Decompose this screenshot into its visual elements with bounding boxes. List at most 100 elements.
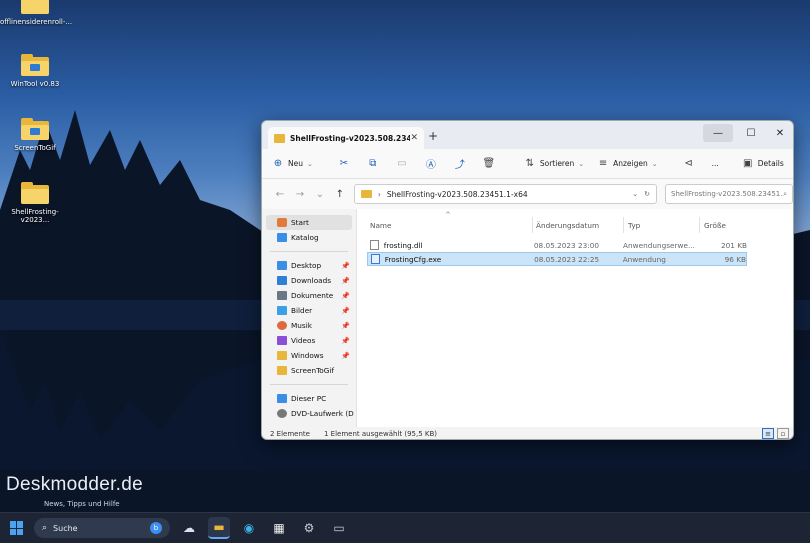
edge-icon[interactable]: ◉: [238, 517, 260, 539]
recent-locations-button[interactable]: ⌄: [310, 189, 330, 200]
paste-button[interactable]: ▭: [396, 158, 412, 170]
sidebar-item-dieser-pc[interactable]: Dieser PC: [262, 391, 356, 406]
title-bar: ShellFrosting-v2023.508.23451 ✕ + — ☐ ✕: [262, 121, 793, 149]
search-icon: ⌕: [42, 523, 48, 533]
pin-icon: 📌: [341, 276, 350, 285]
table-row[interactable]: frosting.dll 08.05.2023 23:00 Anwendungs…: [367, 238, 747, 252]
start-button[interactable]: [10, 521, 24, 535]
desktop-icon-offlineinsiderenroll[interactable]: offlinensiderenroll-...: [0, 0, 72, 26]
refresh-icon[interactable]: ↻: [644, 190, 650, 198]
bing-icon: b: [150, 522, 162, 534]
pictures-icon: [277, 306, 287, 315]
close-button[interactable]: ✕: [765, 124, 793, 142]
address-dropdown-icon[interactable]: ⌄: [632, 190, 638, 198]
status-bar: 2 Elemente 1 Element ausgewählt (95,5 KB…: [262, 427, 793, 439]
address-bar[interactable]: › ShellFrosting-v2023.508.23451.1-x64 ⌄ …: [353, 184, 658, 204]
pin-icon: 📌: [341, 261, 350, 270]
pin-icon: 📌: [341, 291, 350, 300]
scissors-icon: ✂: [339, 158, 349, 169]
folder-icon: [277, 351, 287, 360]
sidebar-item-desktop[interactable]: Desktop 📌: [262, 258, 356, 273]
pin-icon: 📌: [341, 321, 350, 330]
tab-close-button[interactable]: ✕: [410, 133, 418, 143]
view-icon: ≡: [598, 158, 608, 169]
copy-icon: ⧉: [369, 158, 377, 169]
cut-button[interactable]: ✂: [338, 158, 354, 170]
folder-icon: [21, 118, 49, 140]
folder-icon: [277, 366, 287, 375]
sidebar-item-screentogif[interactable]: ScreenToGif: [262, 363, 356, 378]
tiles-view-button[interactable]: ▫: [777, 428, 789, 439]
home-icon: [277, 218, 287, 227]
minimize-button[interactable]: —: [703, 124, 733, 142]
desktop-icon-shellfrosting[interactable]: ShellFrosting-v2023...: [0, 182, 70, 224]
sidebar-item-dvd-drive[interactable]: DVD-Laufwerk (D: [262, 406, 356, 421]
sidebar-divider: [270, 384, 348, 385]
download-icon: [277, 276, 287, 285]
up-button[interactable]: ↑: [330, 189, 350, 200]
table-row-selected[interactable]: FrostingCfg.exe 08.05.2023 22:25 Anwendu…: [367, 252, 747, 266]
sort-button[interactable]: ⇅ Sortieren ⌄: [524, 158, 584, 170]
sidebar-item-downloads[interactable]: Downloads 📌: [262, 273, 356, 288]
item-count: 2 Elemente: [270, 430, 310, 438]
sidebar-item-katalog[interactable]: Katalog: [262, 230, 356, 245]
share-icon: ⤴: [454, 160, 465, 171]
copy-button[interactable]: ⧉: [367, 158, 383, 170]
sidebar-item-bilder[interactable]: Bilder 📌: [262, 303, 356, 318]
watermark-subtitle: News, Tipps und Hilfe: [44, 500, 120, 508]
file-explorer-window: ShellFrosting-v2023.508.23451 ✕ + — ☐ ✕ …: [261, 120, 794, 440]
more-options-button[interactable]: ...: [712, 159, 719, 168]
folder-icon: [21, 182, 49, 204]
folder-icon: [21, 0, 49, 14]
sidebar-item-start[interactable]: Start: [266, 215, 352, 230]
column-divider: [532, 217, 533, 233]
view-button[interactable]: ≡ Anzeigen ⌄: [597, 158, 658, 170]
widgets-icon[interactable]: ☁: [178, 517, 200, 539]
pin-icon: 📌: [341, 306, 350, 315]
column-header-name[interactable]: Name: [370, 221, 392, 230]
documents-icon: [277, 291, 287, 300]
folder-icon: [274, 133, 285, 143]
column-header-date[interactable]: Änderungsdatum: [536, 221, 599, 230]
store-icon[interactable]: ▦: [268, 517, 290, 539]
taskbar-search[interactable]: ⌕ Suche b: [34, 518, 170, 538]
breadcrumb-chevron-icon: ›: [377, 189, 381, 199]
search-icon: ⌕: [783, 189, 788, 198]
column-header-size[interactable]: Größe: [704, 221, 726, 230]
pc-icon: [277, 394, 287, 403]
details-button[interactable]: ▣ Details: [742, 158, 784, 170]
filter-icon: ⊲: [684, 158, 693, 169]
pin-icon: 📌: [341, 336, 350, 345]
file-list: ^ Name Änderungsdatum Typ Größe frosting…: [357, 209, 793, 427]
forward-button[interactable]: →: [290, 189, 310, 200]
file-explorer-taskbar-icon[interactable]: ▬: [208, 517, 230, 539]
back-button[interactable]: ←: [270, 189, 290, 200]
sidebar-item-windows[interactable]: Windows 📌: [262, 348, 356, 363]
sort-icon: ⇅: [525, 158, 535, 169]
desktop-icon-wintool[interactable]: WinTool v0.83: [0, 54, 70, 88]
rename-button[interactable]: Ⓐ: [425, 158, 441, 171]
rename-icon: Ⓐ: [425, 160, 436, 171]
folder-icon: [21, 54, 49, 76]
new-tab-button[interactable]: +: [428, 129, 438, 143]
search-input[interactable]: ShellFrosting-v2023.508.23451... ⌕: [665, 184, 793, 204]
column-header-type[interactable]: Typ: [628, 221, 640, 230]
share-button[interactable]: ⤴: [454, 158, 470, 171]
remote-desktop-icon[interactable]: ▭: [328, 517, 350, 539]
desktop-icon-screentogif[interactable]: ScreenToGif: [0, 118, 70, 152]
sidebar-item-musik[interactable]: Musik 📌: [262, 318, 356, 333]
address-bar-row: ← → ⌄ ↑ › ShellFrosting-v2023.508.23451.…: [262, 179, 793, 209]
column-divider: [623, 217, 624, 233]
new-button[interactable]: ⊕ Neu ⌄: [272, 158, 313, 170]
taskbar: ⌕ Suche b ☁ ▬ ◉ ▦ ⚙ ▭: [0, 512, 810, 543]
folder-icon: [360, 190, 372, 198]
gallery-icon: [277, 233, 287, 242]
delete-button[interactable]: 🗑: [483, 158, 499, 170]
settings-icon[interactable]: ⚙: [298, 517, 320, 539]
sidebar-item-videos[interactable]: Videos 📌: [262, 333, 356, 348]
filter-button[interactable]: ⊲: [683, 158, 699, 170]
sidebar-item-dokumente[interactable]: Dokumente 📌: [262, 288, 356, 303]
details-view-button[interactable]: ≡: [762, 428, 774, 439]
maximize-button[interactable]: ☐: [736, 124, 766, 142]
tab-shellfrosting[interactable]: ShellFrosting-v2023.508.23451 ✕: [268, 127, 424, 149]
